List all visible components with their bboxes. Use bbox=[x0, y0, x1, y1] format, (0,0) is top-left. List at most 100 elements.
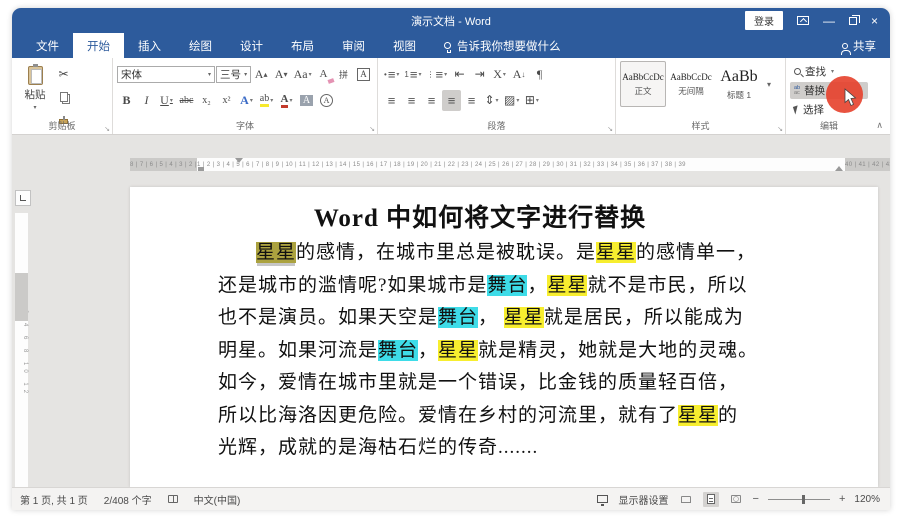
tab-布局[interactable]: 布局 bbox=[277, 33, 328, 58]
align-right-button[interactable]: ≡ bbox=[422, 90, 441, 111]
show-formatting-marks-button[interactable]: ¶ bbox=[530, 64, 549, 85]
shading-button[interactable]: ▨ ▾ bbox=[502, 90, 521, 111]
document-line: 明星。如果河流是舞台，星星就是精灵，她就是大地的灵魂。 bbox=[218, 339, 759, 361]
enclose-characters-button[interactable]: A bbox=[317, 90, 336, 111]
hanging-indent-marker[interactable] bbox=[198, 167, 204, 171]
page-indicator[interactable]: 第 1 页, 共 1 页 bbox=[20, 492, 88, 507]
tab-绘图[interactable]: 绘图 bbox=[175, 33, 226, 58]
language-indicator[interactable]: 中文(中国) bbox=[194, 492, 241, 507]
font-size-value: 三号 bbox=[219, 68, 241, 81]
styles-gallery-more-button[interactable]: ▾ bbox=[764, 80, 774, 89]
increase-indent-button[interactable]: ⇥ bbox=[470, 64, 489, 85]
borders-button[interactable]: ⊞ ▾ bbox=[522, 90, 541, 111]
highlight-yellow: 星星 bbox=[547, 274, 588, 296]
sign-in-button[interactable]: 登录 bbox=[744, 11, 783, 30]
character-border-button[interactable]: A bbox=[354, 64, 373, 85]
numbering-button[interactable]: 1 ≡ ▾ bbox=[402, 64, 423, 85]
decrease-indent-button[interactable]: ⇤ bbox=[450, 64, 469, 85]
dialog-launcher-icon[interactable]: ↘ bbox=[369, 125, 375, 133]
character-shading-button[interactable]: A bbox=[297, 90, 316, 111]
italic-button[interactable]: I bbox=[137, 90, 156, 111]
tab-审阅[interactable]: 审阅 bbox=[328, 33, 379, 58]
change-case-button[interactable]: Aa ▾ bbox=[292, 64, 313, 85]
copy-button[interactable] bbox=[54, 86, 73, 107]
dialog-launcher-icon[interactable]: ↘ bbox=[607, 125, 613, 133]
ribbon-group-clipboard: 粘贴 ▾ ✂ 剪贴板 ↘ bbox=[12, 58, 113, 134]
share-button[interactable]: 共享 bbox=[841, 33, 890, 58]
clear-formatting-button[interactable]: A bbox=[314, 64, 333, 85]
align-left-button[interactable]: ≡ bbox=[382, 90, 401, 111]
document-line: 还是城市的滥情呢?如果城市是舞台，星星就不是市民，所以 bbox=[218, 274, 748, 296]
line-spacing-button[interactable]: ⇕ ▾ bbox=[482, 90, 501, 111]
phonetic-guide-button[interactable]: 拼 bbox=[334, 64, 353, 85]
highlight-olive: 星星 bbox=[256, 242, 297, 263]
ruler-content: 1 | 2 | 3 | 4 | 5 | 6 | 7 | 8 | 9 | 10 |… bbox=[197, 158, 845, 171]
ribbon: 粘贴 ▾ ✂ 剪贴板 ↘ 宋体 ▾ 三号 ▾ A ▴ A ▾ Aa ▾ A 拼 … bbox=[12, 58, 890, 135]
tell-me-box[interactable]: 告诉我你想要做什么 bbox=[430, 33, 575, 58]
distributed-button[interactable]: ≡ bbox=[462, 90, 481, 111]
word-count[interactable]: 2/408 个字 bbox=[104, 492, 152, 507]
justify-button[interactable]: ≡ bbox=[442, 89, 461, 111]
asian-layout-button[interactable]: X ▾ bbox=[490, 64, 509, 85]
underline-button[interactable]: U ▾ bbox=[157, 90, 176, 111]
tab-视图[interactable]: 视图 bbox=[379, 33, 430, 58]
bullets-button[interactable]: • ≡ ▾ bbox=[382, 64, 401, 85]
document-body: 星星的感情，在城市里总是被耽误。是星星的感情单一， 还是城市的滥情呢?如果城市是舞… bbox=[218, 237, 759, 465]
highlight-color-button[interactable]: ab ▾ bbox=[257, 90, 276, 111]
subscript-button[interactable]: x₂ bbox=[197, 90, 216, 111]
tab-插入[interactable]: 插入 bbox=[124, 33, 175, 58]
font-color-button[interactable]: A ▾ bbox=[277, 90, 296, 111]
display-settings-button[interactable]: 显示器设置 bbox=[619, 492, 669, 507]
zoom-level[interactable]: 120% bbox=[854, 494, 880, 505]
text-effects-button[interactable]: A ▾ bbox=[237, 90, 256, 111]
paste-button[interactable]: 粘贴 ▾ bbox=[16, 61, 54, 116]
multilevel-list-button[interactable]: ⋮ ≡ ▾ bbox=[424, 64, 449, 85]
tab-strip: 文件 开始 插入 绘图 设计 布局 审阅 视图 bbox=[22, 33, 430, 58]
dialog-launcher-icon[interactable]: ↘ bbox=[777, 125, 783, 133]
style-heading1[interactable]: AaBb 标题 1 bbox=[716, 61, 762, 107]
superscript-button[interactable]: x² bbox=[217, 90, 236, 111]
zoom-slider[interactable] bbox=[767, 494, 830, 504]
clipboard-icon bbox=[27, 64, 43, 85]
paste-label: 粘贴 bbox=[24, 89, 46, 101]
cut-button[interactable]: ✂ bbox=[54, 63, 73, 84]
minimize-button[interactable]: — bbox=[823, 15, 835, 27]
read-mode-button[interactable] bbox=[678, 492, 694, 507]
restore-button[interactable] bbox=[848, 14, 860, 25]
align-center-button[interactable]: ≡ bbox=[402, 90, 421, 111]
highlight-cyan: 舞台 bbox=[487, 274, 528, 296]
tab-stop-selector[interactable] bbox=[15, 190, 31, 206]
find-button[interactable]: 查找 ▾ bbox=[790, 63, 868, 80]
zoom-in-button[interactable]: + bbox=[839, 493, 845, 505]
grow-font-button[interactable]: A ▴ bbox=[252, 64, 271, 85]
tab-设计[interactable]: 设计 bbox=[226, 33, 277, 58]
web-layout-button[interactable] bbox=[728, 492, 744, 507]
sort-button[interactable]: A ↓ bbox=[510, 64, 529, 85]
dialog-launcher-icon[interactable]: ↘ bbox=[104, 125, 110, 133]
document-page[interactable]: Word 中如何将文字进行替换 星星的感情，在城市里总是被耽误。是星星的感情单一… bbox=[130, 187, 878, 487]
first-line-indent-marker[interactable] bbox=[235, 158, 243, 163]
style-no-spacing[interactable]: AaBbCcDc 无间隔 bbox=[668, 61, 714, 107]
horizontal-ruler[interactable]: 8 | 7 | 6 | 5 | 4 | 3 | 2 | 1 | 1 | 2 | … bbox=[130, 158, 890, 171]
proofing-icon[interactable] bbox=[167, 495, 178, 503]
vertical-ruler[interactable]: 2 4 6 8 10 12 bbox=[15, 213, 28, 487]
tab-文件[interactable]: 文件 bbox=[22, 33, 73, 58]
editing-group-label: 编辑 bbox=[819, 121, 838, 131]
shrink-font-button[interactable]: A ▾ bbox=[272, 64, 291, 85]
font-size-combo[interactable]: 三号 ▾ bbox=[215, 65, 252, 83]
document-line: 光辉，成就的是海枯石烂的传奇....... bbox=[218, 437, 539, 458]
style-normal[interactable]: AaBbCcDc 正文 bbox=[620, 61, 666, 107]
ribbon-display-options-icon[interactable] bbox=[796, 16, 809, 25]
print-layout-button[interactable] bbox=[702, 491, 719, 507]
strikethrough-button[interactable]: abc bbox=[177, 90, 196, 111]
collapse-ribbon-icon[interactable]: ∧ bbox=[876, 120, 883, 131]
tab-开始[interactable]: 开始 bbox=[73, 33, 124, 58]
font-name-combo[interactable]: 宋体 ▾ bbox=[117, 65, 215, 83]
zoom-slider-thumb[interactable] bbox=[801, 494, 805, 504]
styles-group-label: 样式 bbox=[691, 121, 710, 131]
zoom-out-button[interactable]: − bbox=[753, 493, 759, 505]
chevron-down-icon: ▾ bbox=[831, 69, 835, 75]
close-button[interactable]: × bbox=[871, 15, 878, 27]
bold-button[interactable]: B bbox=[117, 90, 136, 111]
right-indent-marker[interactable] bbox=[835, 166, 843, 171]
